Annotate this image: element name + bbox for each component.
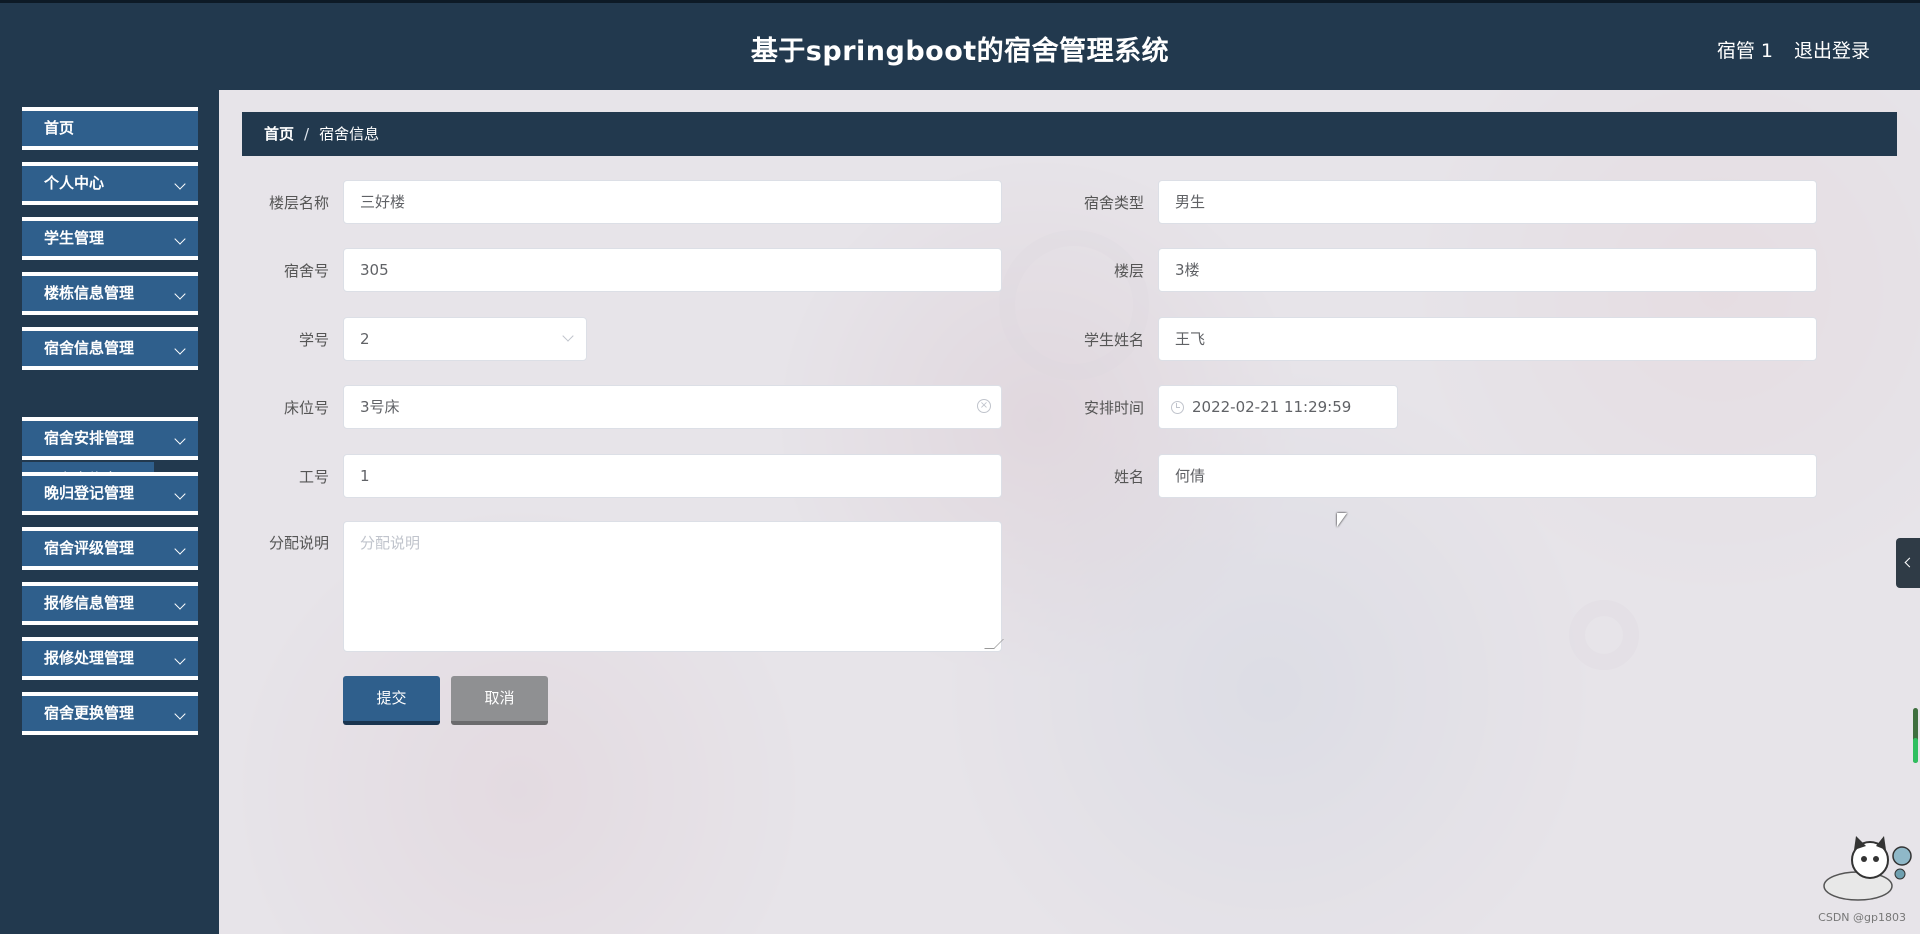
bed-no-input[interactable]: 3号床 × bbox=[343, 385, 1002, 429]
chevron-down-icon bbox=[174, 543, 186, 555]
sidebar-item-label: 报修信息管理 bbox=[44, 594, 135, 612]
breadcrumb-current: 宿舍信息 bbox=[319, 125, 380, 143]
dorm-no-input[interactable]: 305 bbox=[343, 248, 1002, 292]
student-name-input[interactable]: 王飞 bbox=[1158, 317, 1817, 361]
building-name-input[interactable]: 三好楼 bbox=[343, 180, 1002, 224]
note-label: 分配说明 bbox=[268, 534, 329, 552]
breadcrumb: 首页 / 宿舍信息 bbox=[242, 112, 1897, 156]
app-title: 基于springboot的宿舍管理系统 bbox=[750, 36, 1170, 67]
chevron-down-icon bbox=[174, 708, 186, 720]
scrollbar-thumb[interactable] bbox=[1913, 738, 1918, 763]
sidebar-item-dorm-arrangement[interactable]: 宿舍安排管理 bbox=[22, 417, 198, 460]
chevron-down-icon bbox=[174, 488, 186, 500]
sidebar-item-repair-info[interactable]: 报修信息管理 bbox=[22, 582, 198, 625]
arrange-time-label: 安排时间 bbox=[1083, 399, 1144, 417]
chevron-down-icon bbox=[174, 233, 186, 245]
dorm-type-input[interactable]: 男生 bbox=[1158, 180, 1817, 224]
floor-input[interactable]: 3楼 bbox=[1158, 248, 1817, 292]
name-input[interactable]: 何倩 bbox=[1158, 454, 1817, 498]
dorm-type-label: 宿舍类型 bbox=[1083, 194, 1144, 212]
sidebar-item-label: 首页 bbox=[44, 119, 75, 137]
sidebar-item-building-management[interactable]: 楼栋信息管理 bbox=[22, 272, 198, 315]
sidebar-item-personal-center[interactable]: 个人中心 bbox=[22, 162, 198, 205]
top-header: 基于springboot的宿舍管理系统 宿管 1 退出登录 bbox=[0, 0, 1920, 90]
logout-link[interactable]: 退出登录 bbox=[1794, 36, 1870, 63]
mouse-cursor bbox=[1337, 513, 1347, 527]
bed-no-value: 3号床 bbox=[360, 398, 400, 416]
sidebar-item-dorm-change[interactable]: 宿舍更换管理 bbox=[22, 692, 198, 735]
chevron-down-icon bbox=[174, 178, 186, 190]
chevron-down-icon bbox=[174, 343, 186, 355]
sidebar-item-label: 宿舍评级管理 bbox=[44, 539, 135, 557]
chevron-down-icon bbox=[174, 433, 186, 445]
sidebar-item-label: 宿舍安排管理 bbox=[44, 429, 135, 447]
sidebar-item-home[interactable]: 首页 bbox=[22, 107, 198, 150]
sidebar-item-repair-handling[interactable]: 报修处理管理 bbox=[22, 637, 198, 680]
chevron-down-icon bbox=[174, 288, 186, 300]
student-name-label: 学生姓名 bbox=[1083, 331, 1144, 349]
chevron-down-icon bbox=[562, 330, 574, 342]
cat-mascot-icon bbox=[1823, 836, 1912, 901]
breadcrumb-home[interactable]: 首页 bbox=[264, 125, 294, 143]
side-panel-toggle[interactable] bbox=[1896, 538, 1920, 588]
submit-button[interactable]: 提交 bbox=[343, 676, 440, 725]
chevron-down-icon bbox=[174, 598, 186, 610]
floor-label: 楼层 bbox=[1113, 262, 1144, 280]
sidebar-item-label: 报修处理管理 bbox=[44, 649, 135, 667]
watermark: CSDN @gp1803 bbox=[1818, 911, 1906, 924]
current-user[interactable]: 宿管 1 bbox=[1717, 36, 1773, 63]
dorm-no-label: 宿舍号 bbox=[283, 262, 329, 280]
student-id-value: 2 bbox=[360, 330, 370, 348]
name-label: 姓名 bbox=[1113, 468, 1144, 486]
building-name-label: 楼层名称 bbox=[268, 194, 329, 212]
sidebar-item-dorm-rating[interactable]: 宿舍评级管理 bbox=[22, 527, 198, 570]
resize-handle[interactable] bbox=[984, 639, 1004, 649]
clear-icon[interactable]: × bbox=[977, 399, 991, 413]
chevron-left-icon bbox=[1904, 557, 1915, 568]
student-id-select[interactable]: 2 bbox=[343, 317, 587, 361]
sidebar-item-label: 晚归登记管理 bbox=[44, 484, 135, 502]
arrange-time-picker[interactable]: 2022-02-21 11:29:59 bbox=[1158, 385, 1398, 429]
staff-id-input[interactable]: 1 bbox=[343, 454, 1002, 498]
sidebar-item-late-return[interactable]: 晚归登记管理 bbox=[22, 472, 198, 515]
breadcrumb-separator: / bbox=[304, 125, 310, 143]
sidebar-item-student-management[interactable]: 学生管理 bbox=[22, 217, 198, 260]
note-textarea[interactable]: 分配说明 bbox=[343, 521, 1004, 652]
chevron-down-icon bbox=[174, 653, 186, 665]
staff-id-label: 工号 bbox=[298, 468, 329, 486]
main-content: 首页 / 宿舍信息 楼层名称 三好楼 宿舍类型 男生 宿舍号 305 楼层 3楼 学… bbox=[219, 90, 1920, 934]
clock-icon bbox=[1171, 401, 1184, 414]
sidebar-item-label: 学生管理 bbox=[44, 229, 105, 247]
sidebar-item-label: 宿舍更换管理 bbox=[44, 704, 135, 722]
sidebar-item-label: 宿舍信息管理 bbox=[44, 339, 135, 357]
sidebar: 首页 个人中心 学生管理 楼栋信息管理 宿舍信息管理 宿舍信息 宿舍安排管理 晚… bbox=[0, 90, 219, 934]
cancel-button[interactable]: 取消 bbox=[451, 676, 548, 725]
sidebar-item-label: 楼栋信息管理 bbox=[44, 284, 135, 302]
sidebar-item-dorm-info-management[interactable]: 宿舍信息管理 bbox=[22, 327, 198, 370]
student-id-label: 学号 bbox=[298, 331, 329, 349]
arrange-time-value: 2022-02-21 11:29:59 bbox=[1192, 398, 1352, 416]
sidebar-item-label: 个人中心 bbox=[44, 174, 105, 192]
bed-no-label: 床位号 bbox=[283, 399, 329, 417]
note-placeholder: 分配说明 bbox=[360, 534, 421, 552]
